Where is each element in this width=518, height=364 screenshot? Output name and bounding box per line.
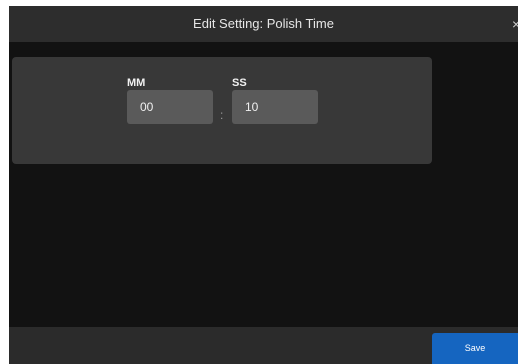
seconds-label: SS [232, 77, 247, 89]
close-icon[interactable]: × [512, 14, 518, 34]
dialog-footer: Save [9, 327, 518, 364]
minutes-input[interactable]: 00 [127, 90, 213, 124]
seconds-input[interactable]: 10 [232, 90, 318, 124]
save-button[interactable]: Save [432, 333, 518, 364]
time-settings-panel: MM SS 00 : 10 [12, 57, 432, 164]
edit-setting-dialog: Edit Setting: Polish Time × MM SS 00 : 1… [9, 6, 518, 364]
dialog-title: Edit Setting: Polish Time [193, 16, 334, 31]
dialog-header: Edit Setting: Polish Time × [9, 6, 518, 42]
minutes-label: MM [127, 77, 146, 89]
time-separator: : [220, 108, 224, 122]
